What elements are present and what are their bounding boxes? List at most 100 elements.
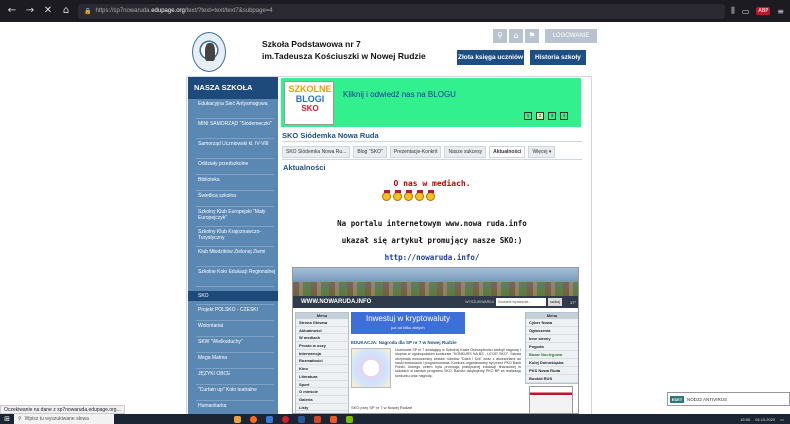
embedded-nav-bar: WWW.NOWARUDA.INFO WYSZUKIWARKA Szukane w… xyxy=(293,296,578,308)
sidebar-divider xyxy=(196,158,274,159)
sidebar-divider xyxy=(196,304,274,305)
sidebar-divider xyxy=(196,352,274,353)
sidebar-item[interactable]: JĘZYKI OBCE xyxy=(188,371,278,377)
antivirus-notification[interactable]: ESET NOD32 ANTIVIRUS xyxy=(667,392,790,406)
file-explorer-icon[interactable] xyxy=(234,415,241,423)
embedded-menu-item: Galeria xyxy=(296,396,348,404)
sidebar-item[interactable]: Oddziały przedszkolne xyxy=(188,161,278,167)
sidebar-item[interactable]: Świetlica szkolna xyxy=(188,193,278,199)
history-button[interactable]: Historia szkoły xyxy=(530,50,586,65)
school-name-line2[interactable]: im.Tadeusza Kościuszki w Nowej Rudzie xyxy=(262,51,426,61)
app-icon[interactable] xyxy=(330,415,337,423)
taskbar-apps xyxy=(234,415,353,423)
sidebar-item[interactable]: Wolontariat xyxy=(188,323,278,329)
back-icon[interactable]: ← xyxy=(6,5,18,17)
sidebar-item[interactable]: MINI SAMORZĄD "Siódemeczki" xyxy=(188,121,278,127)
banner-dot[interactable]: 1 xyxy=(524,112,532,120)
banner-dot[interactable]: 3 xyxy=(548,112,556,120)
opera-icon[interactable] xyxy=(282,415,289,423)
tray-clock-time[interactable]: 18:50 xyxy=(740,417,750,422)
sidebar-item[interactable]: Humanitarka xyxy=(188,403,278,409)
article-link[interactable]: http://nowaruda.info/ xyxy=(282,253,582,262)
sidebar-item[interactable]: SKO xyxy=(188,291,278,301)
sidebar-item[interactable]: Szkolny Klub Krajoznawczo-Turystyczny xyxy=(188,229,278,241)
login-button[interactable]: LOGOWANIE xyxy=(545,29,597,43)
banner-pager: 1 2 3 4 xyxy=(524,112,568,120)
embedded-right-menu: Menu Cyber Nowa Ogłoszenia Inne strony Pogo… xyxy=(525,312,578,384)
search-icon[interactable]: ⚲ xyxy=(493,29,507,43)
menu-icon[interactable]: ≡ xyxy=(777,7,784,16)
tab-home[interactable]: SKO Siódemka Nowa Ru... xyxy=(282,146,351,158)
sidebar-item[interactable]: Samorząd Uczniowski kl. IV-VIII xyxy=(188,141,278,147)
firefox-icon[interactable] xyxy=(250,415,257,423)
sidebar-divider xyxy=(196,320,274,321)
article-headline: O nas w mediach. xyxy=(393,179,471,188)
school-logo[interactable] xyxy=(192,32,226,72)
embedded-search-input: Szukane wyrazenie... xyxy=(495,298,546,306)
sidebar-item[interactable]: Biblioteka xyxy=(188,177,278,183)
sidebar-item[interactable]: SKW "Wielkoduchy" xyxy=(188,339,278,345)
embedded-menu-item: Strona Główna xyxy=(296,319,348,327)
embedded-menu-item: Aktualności xyxy=(296,327,348,335)
sidebar-divider xyxy=(196,246,274,247)
flag-icon[interactable]: ⚑ xyxy=(525,29,539,43)
edge-icon[interactable] xyxy=(266,415,273,423)
school-name-line1[interactable]: Szkoła Podstawowa nr 7 xyxy=(262,39,361,49)
banner-dot[interactable]: 4 xyxy=(560,112,568,120)
word-icon[interactable] xyxy=(298,415,305,423)
divider xyxy=(282,141,582,142)
status-bar: Oczekiwanie na dane z sp7nowaruda.edupag… xyxy=(0,405,125,414)
home-icon[interactable]: ⌂ xyxy=(509,29,523,43)
tab-presentations[interactable]: Prezentacje-Konkrit xyxy=(389,146,442,158)
tab-blog[interactable]: Blog "SKO" xyxy=(353,146,387,158)
address-bar[interactable]: 🔒 https://sp7nowaruda.edupage.org/text/?… xyxy=(78,3,726,19)
windows-start-icon[interactable]: ⊞ xyxy=(0,414,14,424)
notification-icon[interactable]: ▭ xyxy=(780,417,784,422)
gold-book-button[interactable]: Złota księga uczniów xyxy=(457,50,524,65)
home-icon[interactable]: ⌂ xyxy=(60,5,72,17)
sidebar-item[interactable]: Projekt POLSKO - CZESKI xyxy=(188,307,278,313)
sidebar-item[interactable]: "Curtain up" Koło teatralne xyxy=(188,387,278,393)
sidebar-item[interactable]: Szkolne Koło Edukacji Regionalnej xyxy=(188,269,278,275)
sidebar-divider xyxy=(196,226,274,227)
embedded-article-image[interactable]: WWW.NOWARUDA.INFO WYSZUKIWARKA Szukane w… xyxy=(292,267,579,414)
search-icon: ⚲ xyxy=(18,416,22,422)
panorama-header xyxy=(293,268,578,296)
sidebar-title: NASZA SZKOŁA xyxy=(188,77,278,99)
sidebar-item[interactable]: Mega Matma xyxy=(188,355,278,361)
sidebar-item[interactable]: Szkolny Klub Europejski "Mały Europejczy… xyxy=(188,209,278,221)
taskbar-search[interactable]: ⚲ Wpisz tu wyszukiwane słowa xyxy=(14,414,114,424)
sidebar-divider xyxy=(196,118,274,119)
sidebar: NASZA SZKOŁA Edukacyjna Sieć Antysmogowa… xyxy=(188,77,278,414)
sidebar-divider xyxy=(196,384,274,385)
tab-news[interactable]: Aktualności xyxy=(489,146,526,158)
app-icon[interactable] xyxy=(346,415,353,423)
logo-line2: BLOGI xyxy=(295,94,325,104)
url-suffix: /text/?text=text/text7&subpage=4 xyxy=(184,8,273,14)
stop-icon[interactable]: ✕ xyxy=(42,5,54,17)
antivirus-text: NOD32 ANTIVIRUS xyxy=(687,397,728,402)
sidebar-divider xyxy=(196,286,274,287)
forward-icon[interactable]: → xyxy=(24,5,36,17)
system-tray: 18:50 04.10.2020 ▭ xyxy=(740,417,790,422)
smiley-icon xyxy=(393,190,402,201)
embedded-menu-item: Interwencja xyxy=(296,350,348,358)
powerpoint-icon[interactable] xyxy=(314,415,321,423)
smiley-icon xyxy=(426,190,435,201)
banner-text[interactable]: Kliknij i odwiedź nas na BLOGU xyxy=(343,90,483,100)
tab-more[interactable]: Więcej ▾ xyxy=(528,146,556,158)
taskbar-search-placeholder: Wpisz tu wyszukiwane słowa xyxy=(24,416,89,422)
smiley-icon xyxy=(415,190,424,201)
extension-badge[interactable]: ABP xyxy=(756,7,771,15)
tab-successes[interactable]: Nasze sukcesy xyxy=(444,146,487,158)
embedded-right-menu-item: Bookid RUS xyxy=(526,375,578,383)
taskbar: ⊞ ⚲ Wpisz tu wyszukiwane słowa 18:50 04.… xyxy=(0,414,790,424)
banner-dot[interactable]: 2 xyxy=(536,112,544,120)
library-icon[interactable]: ⫼ xyxy=(731,6,735,16)
tray-clock-date[interactable]: 04.10.2020 xyxy=(755,417,775,422)
sidebar-item[interactable]: Klub Młodzików Zielonej Ziemi xyxy=(188,249,278,255)
blog-banner[interactable]: SZKOLNE BLOGI SKO Kliknij i odwiedź nas … xyxy=(281,78,581,127)
sidebar-item[interactable]: Edukacyjna Sieć Antysmogowa xyxy=(188,101,278,107)
sidebar-divider xyxy=(196,138,274,139)
sidebar-icon[interactable]: ▭ xyxy=(742,7,750,16)
